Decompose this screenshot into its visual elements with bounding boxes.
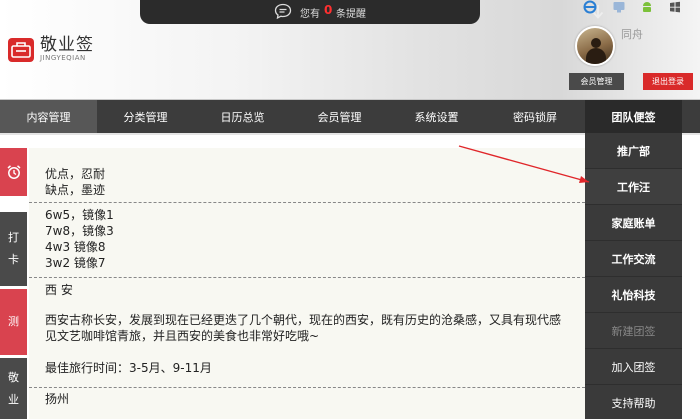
note-line: 4w3 镜像8 — [45, 240, 106, 254]
note-item[interactable]: 6w5，镜像1 7w8，镜像3 4w3 镜像8 3w2 镜像7 — [45, 207, 114, 271]
nav-password-lock[interactable]: 密码锁屏 — [485, 100, 585, 133]
note-line: 缺点，墨迹 — [45, 183, 106, 197]
nav-member-management[interactable]: 会员管理 — [291, 100, 388, 133]
menu-item-support-help[interactable]: 支持帮助 — [585, 385, 682, 419]
sidebar-jingye-label-2: 业 — [8, 392, 19, 406]
sidebar-test-label: 测 — [8, 315, 19, 328]
header: 敬业签 JINGYEQIAN 您有 0 条提醒 同舟 会员管理 退出登录 — [0, 0, 700, 100]
note-item[interactable]: 西 安 西安古称长安，发展到现在已经更迭了几个朝代，现在的西安，既有历史的沧桑感… — [45, 282, 585, 376]
windows-icon[interactable] — [668, 0, 682, 14]
menu-item-new-team: 新建团签 — [585, 313, 682, 349]
sidebar-checkin-label-2: 卡 — [8, 253, 19, 266]
menu-item-liyi-tech[interactable]: 礼怡科技 — [585, 277, 682, 313]
sidebar-jingye[interactable]: 敬 业 — [0, 358, 27, 419]
nav-system-settings[interactable]: 系统设置 — [388, 100, 485, 133]
sidebar-test[interactable]: 测 — [0, 289, 27, 355]
menu-item-work-exchange[interactable]: 工作交流 — [585, 241, 682, 277]
member-management-button[interactable]: 会员管理 — [569, 73, 624, 90]
reminder-suffix: 条提醒 — [336, 9, 366, 20]
note-item[interactable]: 优点，忍耐 缺点，墨迹 — [45, 166, 105, 198]
nav-calendar-overview[interactable]: 日历总览 — [194, 100, 291, 133]
note-line: 6w5，镜像1 — [45, 208, 114, 222]
note-title: 西 安 — [45, 283, 73, 297]
chat-bubble-icon — [274, 3, 292, 20]
team-notes-dropdown: 推广部 工作汪 家庭账单 工作交流 礼怡科技 新建团签 加入团签 支持帮助 — [585, 133, 682, 419]
note-divider — [29, 387, 585, 388]
menu-item-join-team[interactable]: 加入团签 — [585, 349, 682, 385]
logo-icon — [8, 37, 34, 62]
sidebar-checkin-label-1: 打 — [8, 231, 19, 244]
sidebar-checkin[interactable]: 打 卡 — [0, 212, 27, 286]
nav-category-management[interactable]: 分类管理 — [97, 100, 194, 133]
main-nav: 内容管理 分类管理 日历总览 会员管理 系统设置 密码锁屏 团队便签 — [0, 100, 700, 133]
note-line: 优点，忍耐 — [45, 167, 106, 181]
menu-item-promotion[interactable]: 推广部 — [585, 133, 682, 169]
note-divider — [29, 202, 585, 203]
nav-team-notes[interactable]: 团队便签 — [585, 100, 682, 133]
android-icon[interactable] — [640, 0, 654, 14]
logout-button[interactable]: 退出登录 — [643, 73, 693, 90]
note-line: 西安古称长安，发展到现在已经更迭了几个朝代，现在的西安，既有历史的沧桑感，又具有… — [45, 313, 562, 327]
reminder-count: 0 — [324, 3, 333, 17]
ie-icon[interactable] — [583, 0, 597, 14]
note-item[interactable]: 扬州 — [45, 391, 69, 407]
menu-item-family-bill[interactable]: 家庭账单 — [585, 205, 682, 241]
note-line: 3w2 镜像7 — [45, 256, 106, 270]
sidebar-jingye-label-1: 敬 — [8, 370, 19, 384]
reminder-bar[interactable]: 您有 0 条提醒 — [140, 0, 604, 24]
note-line: 见文艺咖啡馆青旅，并且西安的美食也非常好吃哦~ — [45, 329, 320, 343]
menu-item-work-wang[interactable]: 工作汪 — [585, 169, 682, 205]
reminder-prefix: 您有 — [300, 9, 320, 20]
note-line: 7w8，镜像3 — [45, 224, 114, 238]
username: 同舟 — [621, 28, 643, 41]
sidebar-alarm[interactable] — [0, 148, 27, 196]
brand-name: 敬业签 — [40, 35, 94, 55]
note-divider — [29, 277, 585, 278]
alarm-clock-icon — [7, 165, 20, 179]
note-title: 扬州 — [45, 392, 70, 406]
brand-logo[interactable]: 敬业签 JINGYEQIAN — [8, 36, 94, 63]
mac-icon[interactable] — [612, 0, 626, 14]
brand-name-en: JINGYEQIAN — [40, 54, 86, 62]
note-line: 最佳旅行时间：3-5月、9-11月 — [45, 361, 212, 375]
nav-content-management[interactable]: 内容管理 — [0, 100, 97, 133]
avatar[interactable] — [575, 26, 615, 66]
